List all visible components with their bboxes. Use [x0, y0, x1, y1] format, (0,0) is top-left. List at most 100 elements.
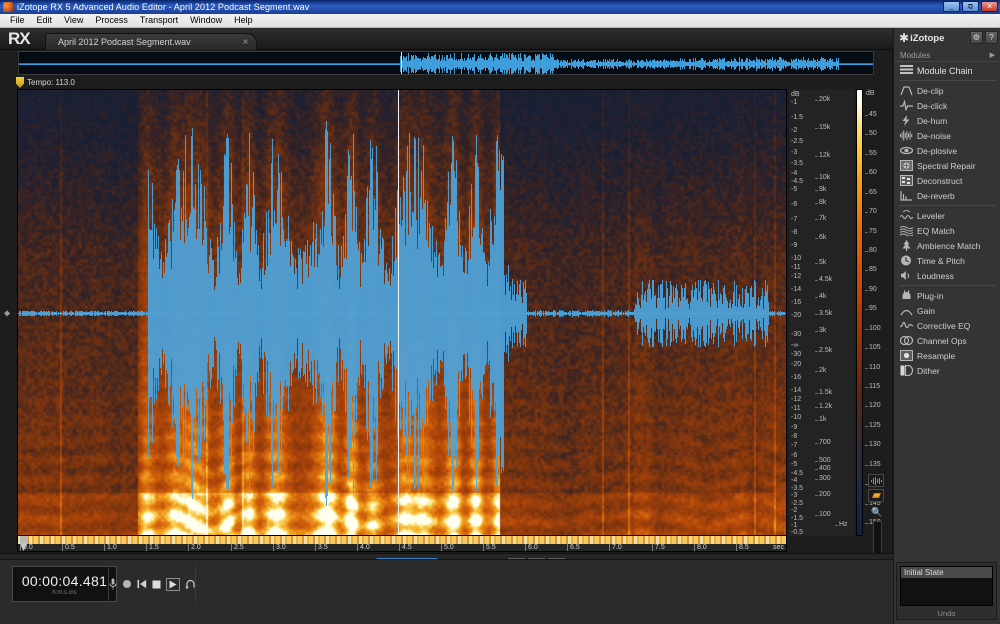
plug-in-icon [899, 289, 913, 302]
spectrogram-view[interactable] [17, 89, 787, 536]
rx-app-icon [3, 2, 13, 12]
module-item-de-reverb[interactable]: De-reverb [894, 188, 1000, 203]
amplitude-tick: -12 [791, 273, 802, 280]
editor-area: Tempo: 113.0 ◆ dB -1 -1.5 -2 -2.5 -3 -3.5 -4 -4… [0, 50, 893, 592]
module-item-channel-ops[interactable]: Channel Ops [894, 333, 1000, 348]
frequency-tick: 300 [815, 475, 831, 482]
menu-edit[interactable]: Edit [31, 14, 59, 27]
window-titlebar: iZotope RX 5 Advanced Audio Editor - Apr… [0, 0, 1000, 14]
stop-icon[interactable] [152, 580, 161, 589]
amplitude-tick: -16 [791, 374, 802, 381]
izotope-brand-label: iZotope [910, 32, 945, 44]
amplitude-handle-icon[interactable]: ◆ [4, 308, 10, 317]
waveform-bar [786, 311, 787, 316]
color-scale-tick: 50 [865, 130, 877, 137]
rewind-to-start-icon[interactable] [137, 579, 147, 589]
menu-help[interactable]: Help [228, 14, 259, 27]
time-ruler-handle[interactable] [20, 536, 28, 543]
amplitude-tick: -6 [791, 201, 798, 208]
module-item-label: Gain [917, 305, 935, 316]
loop-icon[interactable] [184, 579, 196, 590]
module-item-spectral-repair[interactable]: Spectral Repair [894, 158, 1000, 173]
playhead-time-display[interactable]: 00:00:04.481 h:m:s.ms [12, 566, 117, 602]
module-item-time-pitch[interactable]: Time & Pitch [894, 253, 1000, 268]
color-scale-tick: 55 [865, 150, 877, 157]
module-item-label: Dither [917, 365, 940, 376]
modules-divider [899, 80, 996, 81]
module-item-de-noise[interactable]: De-noise [894, 128, 1000, 143]
dither-icon [899, 364, 913, 377]
modules-panel: ✱ iZotope ⚙ ? Modules ▶ Module Chain De-c… [893, 28, 1000, 624]
mic-icon[interactable] [109, 578, 117, 591]
frequency-tick: 4.5k [814, 276, 833, 283]
list-item[interactable]: Initial State [901, 567, 992, 578]
record-icon[interactable] [122, 579, 132, 589]
module-item-label: De-clip [917, 85, 944, 96]
amplitude-tick: -4.5 [791, 178, 804, 185]
menu-process[interactable]: Process [89, 14, 134, 27]
amplitude-scale-header: dB [791, 91, 800, 98]
menu-transport[interactable]: Transport [134, 14, 184, 27]
module-item-de-plosive[interactable]: De-plosive [894, 143, 1000, 158]
amplitude-tick: -1 [791, 99, 798, 106]
time-ruler[interactable]: 0.0 0.5 1.0 1.5 2.0 2.5 3.0 3.5 4.0 4.5 5.0 5.5 6.0 6… [17, 536, 787, 552]
color-scale-tick: 120 [865, 402, 881, 409]
module-item-deconstruct[interactable]: Deconstruct [894, 173, 1000, 188]
zoom-in-icon[interactable]: 🔍 [868, 507, 886, 518]
module-item-ambience-match[interactable]: Ambience Match [894, 238, 1000, 253]
overview-waveform[interactable] [18, 51, 874, 75]
module-item-corrective-eq[interactable]: Corrective EQ [894, 318, 1000, 333]
time-tick: 8.0 [694, 544, 707, 551]
module-item-de-click[interactable]: De-click [894, 98, 1000, 113]
color-scale-tick: 135 [865, 461, 881, 468]
menu-file[interactable]: File [4, 14, 31, 27]
overview-playhead[interactable] [401, 52, 402, 74]
help-icon[interactable]: ? [985, 31, 998, 44]
amplitude-tick: -2 [791, 507, 798, 514]
module-item-eq-match[interactable]: EQ Match [894, 223, 1000, 238]
amplitude-tick: -9 [791, 424, 798, 431]
time-ruler-minimap [18, 536, 786, 544]
rx-application-window: iZotope RX 5 Advanced Audio Editor - Apr… [0, 0, 1000, 624]
module-item-dither[interactable]: Dither [894, 363, 1000, 378]
module-item-label: De-hum [917, 115, 948, 126]
document-tab[interactable]: April 2012 Podcast Segment.wav × [45, 32, 258, 51]
color-scale-tick: 70 [865, 208, 877, 215]
module-item-leveler[interactable]: Leveler [894, 208, 1000, 223]
amplitude-tick: -8 [791, 433, 798, 440]
restore-button[interactable]: ⧉ [962, 1, 979, 12]
tempo-marker-icon[interactable] [16, 77, 24, 88]
resample-icon [899, 349, 913, 362]
close-icon[interactable]: × [243, 37, 249, 48]
close-button[interactable]: ✕ [981, 1, 998, 12]
undo-button[interactable]: Undo [897, 609, 996, 618]
spectrogram-display-button[interactable] [868, 489, 884, 502]
amplitude-gutter: ◆ [0, 89, 17, 536]
spectrogram-color-scale[interactable] [856, 89, 863, 536]
module-item-resample[interactable]: Resample [894, 348, 1000, 363]
minimize-button[interactable]: _ [943, 1, 960, 12]
amplitude-tick: -30 [791, 351, 802, 358]
modules-divider [899, 285, 996, 286]
amplitude-tick: -1 [791, 522, 798, 529]
spectrogram-playhead[interactable] [398, 90, 400, 535]
play-icon[interactable] [165, 577, 180, 591]
chevron-right-icon[interactable]: ▶ [990, 51, 995, 59]
waveform-display-button[interactable] [868, 474, 884, 487]
frequency-tick: 9k [814, 186, 827, 193]
menu-view[interactable]: View [58, 14, 89, 27]
module-item-de-clip[interactable]: De-clip [894, 83, 1000, 98]
menu-window[interactable]: Window [184, 14, 228, 27]
module-item-loudness[interactable]: Loudness [894, 268, 1000, 283]
color-scale-tick: 80 [865, 247, 877, 254]
de-plosive-icon [899, 144, 913, 157]
de-reverb-icon [899, 189, 913, 202]
module-item-de-hum[interactable]: De-hum [894, 113, 1000, 128]
module-item-module-chain[interactable]: Module Chain [894, 63, 1000, 78]
de-clip-icon [899, 84, 913, 97]
history-list[interactable]: Initial State [900, 566, 993, 606]
module-item-gain[interactable]: Gain [894, 303, 1000, 318]
modules-header[interactable]: Modules ▶ [894, 49, 1000, 62]
gear-icon[interactable]: ⚙ [970, 31, 983, 44]
module-item-plug-in[interactable]: Plug-in [894, 288, 1000, 303]
